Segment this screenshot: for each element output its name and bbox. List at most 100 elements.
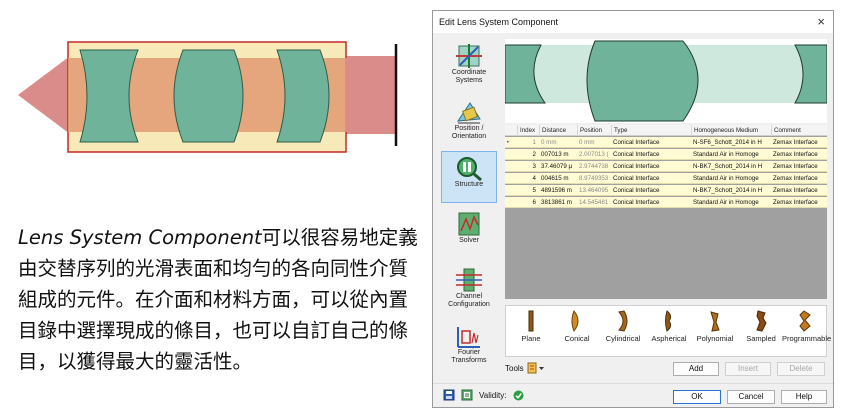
cell-position: 8.9749353 [579, 175, 609, 182]
sidebar-item-position-orientation[interactable]: Position / Orientation [441, 95, 497, 147]
sidebar-item-solver[interactable]: Solver [441, 207, 497, 259]
cell-comment[interactable]: Zemax Interface [771, 161, 827, 172]
cell-distance[interactable]: 007013 m [539, 149, 577, 160]
structure-panel: Index Distance Position Type Homogeneous… [505, 39, 832, 379]
cell-distance[interactable]: 37.46079 µ [539, 161, 577, 172]
surface-type-cylindrical[interactable]: Cylindrical [600, 310, 646, 343]
delete-button[interactable]: Delete [777, 362, 825, 376]
sidebar-label: Coordinate [451, 69, 487, 76]
caption: Lens System Component可以很容易地定義由交替序列的光滑表面和… [18, 222, 418, 377]
cell-type[interactable]: Conical Interface [611, 185, 691, 196]
valid-check-icon [513, 390, 524, 401]
cell-distance[interactable]: 3813861 m [539, 197, 577, 208]
surface-type-label: Polynomial [696, 334, 734, 343]
ok-button[interactable]: OK [673, 390, 721, 404]
help-button[interactable]: Help [781, 390, 827, 404]
dialog-title: Edit Lens System Component [439, 17, 559, 27]
cell-index: 1 [532, 139, 536, 146]
cancel-button[interactable]: Cancel [727, 390, 775, 404]
tools-label: Tools [505, 364, 524, 373]
table-row[interactable]: 5 4891596 m 13.464095 Conical Interface … [505, 185, 827, 196]
cell-medium[interactable]: N-BK7_Schott_2014 in H [691, 161, 771, 172]
aspherical-surface-icon [665, 310, 672, 332]
sidebar-label: Configuration [448, 301, 490, 308]
cell-medium[interactable]: N-BK7_Schott_2014 in H [691, 185, 771, 196]
catalog-icon[interactable] [461, 389, 473, 401]
cell-type[interactable]: Conical Interface [611, 137, 691, 148]
sidebar-label: Orientation [451, 133, 487, 140]
cell-comment[interactable]: Zemax Interface [771, 149, 827, 160]
titlebar: Edit Lens System Component × [433, 11, 833, 33]
cell-index: 5 [532, 187, 536, 194]
cell-medium[interactable]: N-SF6_Schott_2014 in H [691, 137, 771, 148]
table-header: Index Distance Position Type Homogeneous… [505, 125, 827, 136]
col-header[interactable]: Index [517, 125, 539, 136]
cell-type[interactable]: Conical Interface [611, 197, 691, 208]
surface-type-conical[interactable]: Conical [554, 310, 600, 343]
close-button[interactable]: × [817, 14, 825, 29]
table-row[interactable]: 6 3813861 m 14.545481 Conical Interface … [505, 197, 827, 208]
channel-configuration-icon [456, 268, 482, 292]
col-header[interactable]: Type [611, 125, 691, 136]
cell-comment[interactable]: Zemax Interface [771, 197, 827, 208]
surface-type-polynomial[interactable]: Polynomial [692, 310, 738, 343]
cell-comment[interactable]: Zemax Interface [771, 185, 827, 196]
surface-type-sampled[interactable]: Sampled [738, 310, 784, 343]
cell-type[interactable]: Conical Interface [611, 161, 691, 172]
sampled-surface-icon [756, 310, 767, 332]
cell-comment[interactable]: Zemax Interface [771, 173, 827, 184]
tools-dropdown-icon[interactable] [527, 362, 545, 374]
table-row[interactable]: 3 37.46079 µ 2.9744738 Conical Interface… [505, 161, 827, 172]
table-row[interactable]: 2 007013 m 2.007013 ( Conical Interface … [505, 149, 827, 160]
row-marker: ▸ [507, 139, 510, 145]
polynomial-surface-icon [710, 311, 720, 332]
cell-medium[interactable]: Standard Air in Homoge [691, 173, 771, 184]
col-header[interactable]: Homogeneous Medium [691, 125, 771, 136]
sidebar-label: Solver [459, 237, 479, 244]
surface-type-plane[interactable]: Plane [508, 310, 554, 343]
surface-type-label: Plane [521, 334, 541, 343]
sidebar-item-fourier-transforms[interactable]: Fourier Transforms [441, 319, 497, 371]
tools-row: Tools Add Insert Delete [505, 361, 827, 377]
sidebar-item-channel-configuration[interactable]: Channel Configuration [441, 263, 497, 315]
sidebar-label: Fourier [457, 349, 481, 356]
add-button[interactable]: Add [673, 362, 719, 376]
plane-surface-icon [528, 310, 534, 332]
table-row[interactable]: ▸ 1 0 mm 0 mm Conical Interface N-SF6_Sc… [505, 137, 827, 148]
cell-type[interactable]: Conical Interface [611, 173, 691, 184]
surface-table: Index Distance Position Type Homogeneous… [505, 125, 827, 299]
surface-type-label: Aspherical [651, 334, 687, 343]
cell-medium[interactable]: Standard Air in Homoge [691, 197, 771, 208]
sidebar-label: Channel [455, 293, 483, 300]
dialog-footer: Validity: OK Cancel Help [433, 383, 833, 409]
col-header[interactable]: Distance [539, 125, 577, 136]
surface-type-label: Programmable [782, 334, 832, 343]
beam-right [346, 58, 395, 132]
cell-medium[interactable]: Standard Air in Homoge [691, 149, 771, 160]
sidebar-item-coordinate-systems[interactable]: Coordinate Systems [441, 39, 497, 91]
cell-distance[interactable]: 4891596 m [539, 185, 577, 196]
lens-preview [505, 39, 827, 123]
edit-lens-system-dialog: Edit Lens System Component × Coordinate … [432, 10, 834, 408]
save-icon[interactable] [443, 389, 455, 401]
coordinate-systems-icon [456, 44, 482, 68]
cell-comment[interactable]: Zemax Interface [771, 137, 827, 148]
surface-type-programmable[interactable]: Programmable [782, 310, 832, 343]
cell-type[interactable]: Conical Interface [611, 149, 691, 160]
surface-type-aspherical[interactable]: Aspherical [646, 310, 692, 343]
col-header[interactable]: Comment [771, 125, 827, 136]
surface-type-label: Conical [564, 334, 590, 343]
sidebar-label: Transforms [451, 357, 487, 364]
insert-button[interactable]: Insert [725, 362, 771, 376]
surface-type-label: Sampled [746, 334, 776, 343]
cell-index: 3 [532, 163, 536, 170]
cell-distance[interactable]: 0 mm [539, 137, 577, 148]
col-header[interactable]: Position [577, 125, 611, 136]
cell-position: 14.545481 [579, 199, 609, 206]
validity-label: Validity: [479, 391, 507, 400]
cell-index: 6 [532, 199, 536, 206]
sidebar-item-structure[interactable]: Structure [441, 151, 497, 203]
table-row[interactable]: 4 004615 m 8.9749353 Conical Interface S… [505, 173, 827, 184]
surface-type-label: Cylindrical [605, 334, 641, 343]
cell-distance[interactable]: 004615 m [539, 173, 577, 184]
